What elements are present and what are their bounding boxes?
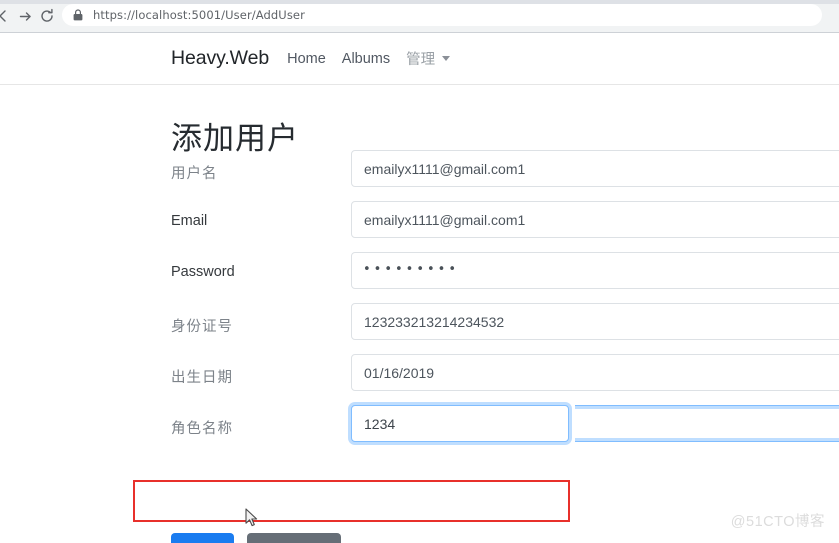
site-navbar: Heavy.Web Home Albums 管理 [0, 33, 839, 85]
page-viewport: Heavy.Web Home Albums 管理 添加用户 用户名 Email [0, 33, 839, 543]
add-user-form: 用户名 Email Password ••••••••• 身份证号 [0, 150, 839, 456]
nav-item-manage[interactable]: 管理 [406, 48, 451, 69]
submit-button[interactable]: 提交 [171, 533, 234, 543]
navbar-inner: Heavy.Web Home Albums 管理 [171, 33, 451, 84]
input-username[interactable] [351, 150, 839, 187]
watermark: @51CTO博客 [730, 514, 825, 530]
input-rolename-overflow [575, 405, 839, 442]
password-mask: ••••••••• [363, 262, 460, 277]
back-to-list-button[interactable]: 返回列表 [247, 533, 342, 543]
input-rolename[interactable] [351, 405, 569, 442]
browser-window: https://localhost:5001/User/AddUser Heav… [0, 0, 839, 543]
highlight-annotation [133, 480, 570, 522]
label-idcard: 身份证号 [171, 319, 233, 335]
form-row-username: 用户名 [0, 150, 839, 201]
label-birthdate: 出生日期 [171, 370, 233, 386]
form-row-password: Password ••••••••• [0, 252, 839, 303]
form-actions: 提交 返回列表 [171, 533, 342, 543]
reload-icon[interactable] [34, 4, 60, 28]
form-row-idcard: 身份证号 [0, 303, 839, 354]
nav-item-albums[interactable]: Albums [342, 51, 390, 67]
address-bar[interactable]: https://localhost:5001/User/AddUser [62, 4, 822, 26]
form-row-birthdate: 出生日期 [0, 354, 839, 405]
input-idcard[interactable] [351, 303, 839, 340]
browser-chrome: https://localhost:5001/User/AddUser [0, 0, 839, 33]
label-password: Password [171, 264, 235, 280]
label-rolename: 角色名称 [171, 421, 233, 437]
site-brand[interactable]: Heavy.Web [171, 47, 269, 70]
nav-item-home[interactable]: Home [287, 51, 326, 67]
form-row-email: Email [0, 201, 839, 252]
input-email[interactable] [351, 201, 839, 238]
mouse-cursor [245, 508, 259, 528]
lock-icon [72, 9, 84, 22]
form-row-rolename: 角色名称 [0, 405, 839, 456]
label-username: 用户名 [171, 166, 218, 182]
input-birthdate[interactable] [351, 354, 839, 391]
nav-item-manage-label: 管理 [406, 52, 436, 68]
page-content: 添加用户 用户名 Email Password ••••••••• 身份证号 [0, 85, 839, 543]
label-email: Email [171, 213, 208, 229]
url-text: https://localhost:5001/User/AddUser [93, 8, 305, 22]
chevron-down-icon [442, 56, 451, 61]
